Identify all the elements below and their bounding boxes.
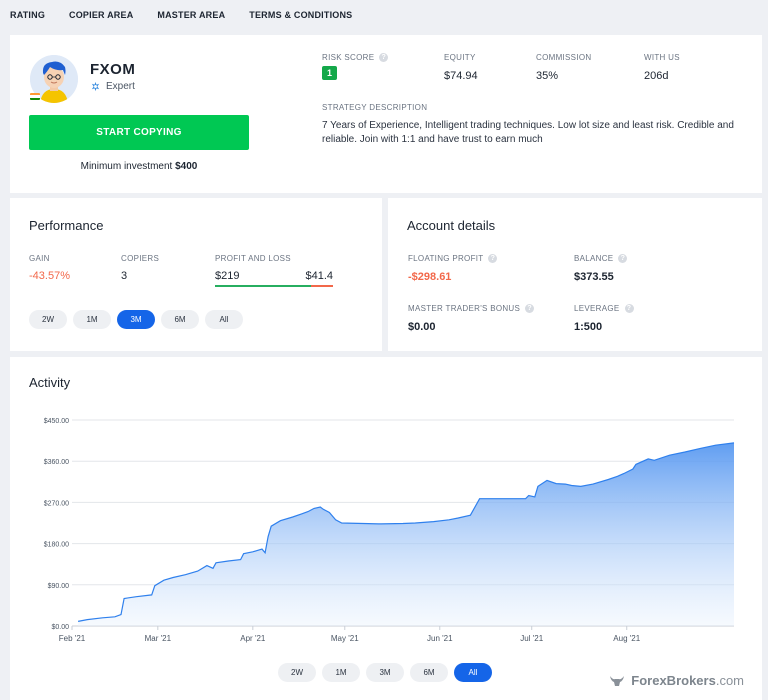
bonus-label: MASTER TRADER'S BONUS <box>408 304 521 313</box>
activity-period-1m[interactable]: 1M <box>322 663 360 682</box>
activity-area <box>78 442 735 626</box>
trader-profile-card: FXOM Expert START COPYING Minimum invest… <box>10 35 762 193</box>
balance-value: $373.55 <box>574 271 614 283</box>
x-tick-label: May '21 <box>331 634 359 643</box>
copiers: COPIERS 3 <box>121 254 159 282</box>
activity-period-6m[interactable]: 6M <box>410 663 448 682</box>
profit-loss-bar <box>215 285 333 287</box>
equity-value: $74.94 <box>444 70 478 82</box>
period-1m[interactable]: 1M <box>73 310 111 329</box>
y-tick-label: $360.00 <box>44 459 69 466</box>
watermark-suffix: .com <box>715 673 744 688</box>
profit-and-loss: PROFIT AND LOSS $219 $41.4 <box>215 254 333 282</box>
bull-logo-icon <box>610 675 625 686</box>
x-tick-label: Jul '21 <box>520 634 543 643</box>
period-3m[interactable]: 3M <box>117 310 155 329</box>
activity-period-2w[interactable]: 2W <box>278 663 316 682</box>
x-tick-label: Aug '21 <box>613 634 640 643</box>
help-icon[interactable]: ? <box>624 304 634 313</box>
account-details-title: Account details <box>407 218 496 233</box>
floating-profit-value: -$298.61 <box>408 271 452 283</box>
master-trader-bonus: MASTER TRADER'S BONUS? $0.00 <box>408 304 535 333</box>
performance-title: Performance <box>29 218 104 233</box>
performance-period-selector: 2W 1M 3M 6M All <box>29 310 243 329</box>
watermark: ForexBrokers.com <box>608 673 744 688</box>
account-details-card: Account details FLOATING PROFIT? -$298.6… <box>388 198 762 351</box>
help-icon[interactable]: ? <box>488 254 498 263</box>
x-tick-label: Mar '21 <box>145 634 172 643</box>
equity-label: EQUITY <box>444 53 476 62</box>
period-6m[interactable]: 6M <box>161 310 199 329</box>
leverage: LEVERAGE? 1:500 <box>574 304 634 333</box>
y-tick-label: $180.00 <box>44 542 69 549</box>
min-investment-label: Minimum investment <box>80 161 173 172</box>
help-icon[interactable]: ? <box>379 53 389 62</box>
activity-period-selector: 2W 1M 3M 6M All <box>278 663 492 682</box>
start-copying-button[interactable]: START COPYING <box>29 115 249 150</box>
nav-rating[interactable]: RATING <box>10 10 45 20</box>
profit-loss-label: PROFIT AND LOSS <box>215 254 291 263</box>
copiers-label: COPIERS <box>121 254 160 263</box>
activity-card: Activity $0.00 $90.00 $180.00 $270.00 $360.0… <box>10 357 762 700</box>
floating-profit-label: FLOATING PROFIT <box>408 254 484 263</box>
nav-terms-conditions[interactable]: TERMS & CONDITIONS <box>249 10 352 20</box>
leverage-value: 1:500 <box>574 321 603 333</box>
activity-chart: Activity $0.00 $90.00 $180.00 $270.00 $360.0… <box>29 375 735 643</box>
y-tick-label: $0.00 <box>51 624 69 631</box>
help-icon[interactable]: ? <box>618 254 628 263</box>
trader-level: Expert <box>90 81 135 92</box>
risk-score-badge: 1 <box>322 66 337 80</box>
y-tick-label: $450.00 <box>44 418 69 425</box>
trader-level-label: Expert <box>106 81 135 92</box>
y-tick-label: $270.00 <box>44 500 69 507</box>
watermark-brand: ForexBrokers <box>631 673 716 688</box>
balance-label: BALANCE <box>574 254 614 263</box>
with-us-value: 206d <box>644 70 669 82</box>
help-icon[interactable]: ? <box>525 304 535 313</box>
trader-name: FXOM <box>90 61 136 78</box>
x-tick-label: Apr '21 <box>240 634 266 643</box>
expert-badge-icon <box>91 81 100 92</box>
y-tick-label: $90.00 <box>48 583 70 590</box>
x-tick-label: Feb '21 <box>59 634 86 643</box>
minimum-investment: Minimum investment $400 <box>29 161 249 172</box>
nav-copier-area[interactable]: COPIER AREA <box>69 10 133 20</box>
profit-value: $219 <box>215 270 240 282</box>
loss-bar-segment <box>311 285 333 287</box>
loss-value: $41.4 <box>305 270 333 282</box>
equity: EQUITY $74.94 <box>444 53 478 82</box>
x-tick-label: Jun '21 <box>427 634 453 643</box>
period-all[interactable]: All <box>205 310 243 329</box>
floating-profit: FLOATING PROFIT? -$298.61 <box>408 254 498 283</box>
period-2w[interactable]: 2W <box>29 310 67 329</box>
balance: BALANCE? $373.55 <box>574 254 628 283</box>
bonus-value: $0.00 <box>408 321 436 333</box>
strategy-description-text: 7 Years of Experience, Intelligent tradi… <box>322 120 734 145</box>
leverage-label: LEVERAGE <box>574 304 620 313</box>
commission-label: COMMISSION <box>536 53 592 62</box>
gain-label: GAIN <box>29 254 50 263</box>
flag-india-icon <box>30 93 40 100</box>
activity-period-3m[interactable]: 3M <box>366 663 404 682</box>
with-us-label: WITH US <box>644 53 680 62</box>
gain-value: -43.57% <box>29 270 70 282</box>
top-navigation: RATING COPIER AREA MASTER AREA TERMS & C… <box>0 0 768 30</box>
activity-title: Activity <box>29 375 71 390</box>
with-us: WITH US 206d <box>644 53 680 82</box>
min-investment-value: $400 <box>175 161 198 172</box>
activity-period-all[interactable]: All <box>454 663 492 682</box>
gain: GAIN -43.57% <box>29 254 70 282</box>
risk-score: RISK SCORE? 1 <box>322 53 389 81</box>
nav-master-area[interactable]: MASTER AREA <box>157 10 225 20</box>
risk-score-label: RISK SCORE <box>322 53 375 62</box>
performance-card: Performance GAIN -43.57% COPIERS 3 PROFI… <box>10 198 382 351</box>
copiers-value: 3 <box>121 270 128 282</box>
commission: COMMISSION 35% <box>536 53 591 82</box>
strategy-description-label: STRATEGY DESCRIPTION <box>322 103 428 112</box>
commission-value: 35% <box>536 70 559 82</box>
